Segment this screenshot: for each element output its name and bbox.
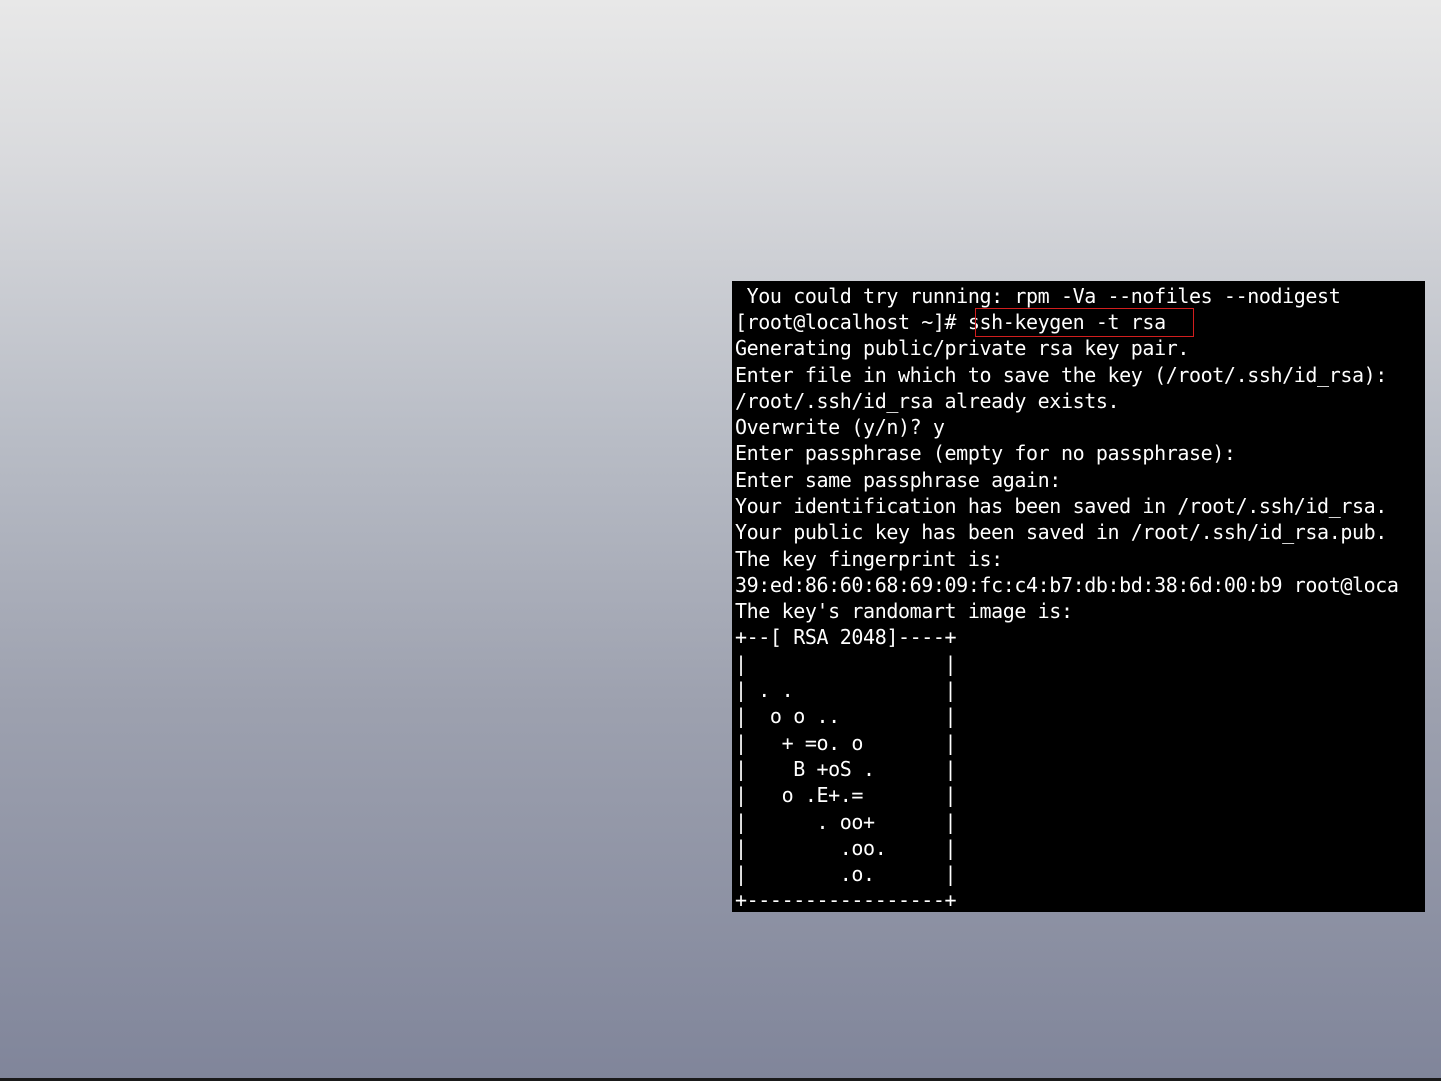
randomart-line: | B +oS . | — [735, 757, 957, 781]
terminal-line-command: [root@localhost ~]# ssh-keygen -t rsa — [735, 310, 1166, 334]
terminal-line: Your identification has been saved in /r… — [735, 494, 1387, 518]
randomart-line: | . oo+ | — [735, 810, 957, 834]
terminal-line: Generating public/private rsa key pair. — [735, 336, 1189, 360]
randomart-line: | . . | — [735, 678, 957, 702]
terminal-line: Your public key has been saved in /root/… — [735, 520, 1387, 544]
randomart-line: | .o. | — [735, 862, 957, 886]
terminal-line: The key's randomart image is: — [735, 599, 1073, 623]
randomart-line: +--[ RSA 2048]----+ — [735, 625, 957, 649]
terminal-window[interactable]: You could try running: rpm -Va --nofiles… — [732, 281, 1425, 912]
terminal-line-fingerprint: 39:ed:86:60:68:69:09:fc:c4:b7:db:bd:38:6… — [735, 573, 1399, 597]
terminal-line: The key fingerprint is: — [735, 547, 1003, 571]
randomart-line: +-----------------+ — [735, 888, 957, 912]
terminal-line: Enter file in which to save the key (/ro… — [735, 363, 1387, 387]
terminal-line: Overwrite (y/n)? y — [735, 415, 945, 439]
randomart-line: | + =o. o | — [735, 731, 957, 755]
randomart-line: | o o .. | — [735, 704, 957, 728]
randomart-line: | .oo. | — [735, 836, 957, 860]
terminal-line: Enter same passphrase again: — [735, 468, 1061, 492]
terminal-line: Enter passphrase (empty for no passphras… — [735, 441, 1236, 465]
randomart-line: | | — [735, 652, 957, 676]
terminal-line: You could try running: rpm -Va --nofiles… — [735, 284, 1341, 308]
terminal-line: /root/.ssh/id_rsa already exists. — [735, 389, 1120, 413]
randomart-line: | o .E+.= | — [735, 783, 957, 807]
